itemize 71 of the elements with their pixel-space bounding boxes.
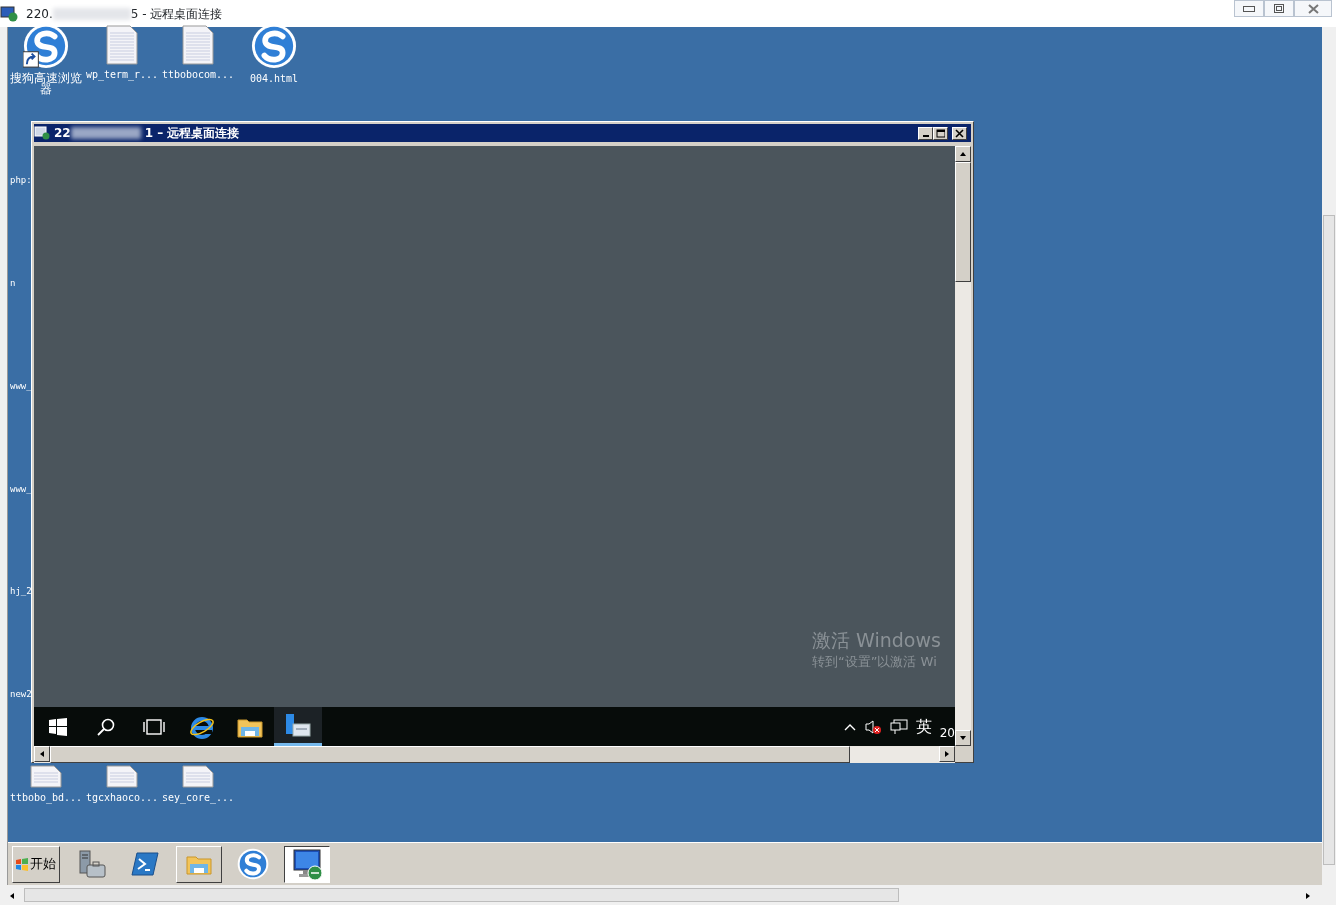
icon-label: hj_2 [10,585,32,598]
icon-label: ttbobocom... [161,69,235,80]
chevron-up-icon[interactable] [843,722,856,731]
close-icon [1307,3,1319,14]
watermark-text: 转到“设置”以激活 Wi [812,653,937,671]
document-icon[interactable] [182,25,214,65]
minimize-icon [1243,5,1255,12]
redaction-blur [70,127,141,139]
icon-label: www_ [10,483,32,496]
speaker-muted-icon[interactable] [863,718,882,735]
clock-text[interactable]: 20 [939,723,955,742]
minimize-icon [922,135,929,137]
remote-desktop-icon [34,126,50,140]
restore-icon [1274,4,1284,13]
window-title: 1 – 远程桌面连接 [144,125,240,142]
icon-label: sey_core_... [161,792,235,803]
start-button[interactable]: 开始 [12,845,60,883]
scroll-down-button[interactable] [955,730,971,746]
document-icon[interactable] [106,25,138,65]
network-icon[interactable] [889,718,908,735]
window-title: 22 [54,125,71,142]
watermark-title: 激活 Windows [812,628,941,653]
close-icon [955,128,964,138]
maximize-button[interactable] [933,126,948,140]
caret-up-icon [959,150,967,158]
icon-label: n [10,277,16,290]
caret-right-icon [943,750,951,758]
icon-label: new2 [10,688,32,701]
ime-indicator[interactable]: 英 [915,714,932,739]
powershell-icon[interactable] [131,851,159,877]
icon-label: 004.html [248,73,300,84]
document-icon[interactable] [182,765,214,788]
server-window-icon[interactable] [285,713,311,737]
vertical-scrollbar[interactable] [955,146,971,746]
icon-label: tgcxhaoco... [85,792,159,803]
monitor-icon[interactable] [291,848,323,880]
window-title: 220. [26,5,53,23]
maximize-icon [936,128,945,138]
scroll-up-button[interactable] [955,146,971,162]
remote-desktop-icon [0,5,18,22]
icon-label: 搜狗高速浏览器 [9,73,83,95]
window-title: 5 - 远程桌面连接 [130,5,223,23]
scroll-left-button[interactable] [34,746,50,762]
caret-right-icon [1304,891,1312,900]
scroll-right-button[interactable] [939,746,955,762]
globe-orbit-icon[interactable] [189,714,215,739]
scrollbar-thumb[interactable] [24,888,899,902]
minimize-button[interactable] [1234,0,1264,17]
caret-down-icon [959,734,967,742]
vertical-scrollbar[interactable] [1322,27,1336,885]
scrollbar-thumb[interactable] [1323,215,1335,865]
taskbar-button[interactable] [274,707,322,746]
icon-label: ttbobo_bd... [9,792,83,803]
swirl-icon[interactable] [237,848,269,880]
windows-logo-icon[interactable] [49,717,67,736]
caret-left-icon [38,750,46,758]
server-toolbox-icon[interactable] [76,849,106,879]
restore-button[interactable] [1264,0,1294,17]
caret-left-icon [8,891,16,900]
taskbar-button[interactable] [284,845,330,883]
search-icon[interactable] [97,717,115,736]
icon-label: www_ [10,380,32,393]
windows-flag-icon [15,857,29,871]
icon-label: wp_term_r... [85,69,159,80]
document-icon[interactable] [106,765,138,788]
document-icon[interactable] [30,765,62,788]
swirl-icon[interactable] [251,23,297,69]
icon-label: php: [10,174,32,187]
swirl-icon[interactable] [23,23,69,69]
horizontal-scrollbar[interactable] [0,885,1336,905]
task-view-icon[interactable] [143,718,165,735]
